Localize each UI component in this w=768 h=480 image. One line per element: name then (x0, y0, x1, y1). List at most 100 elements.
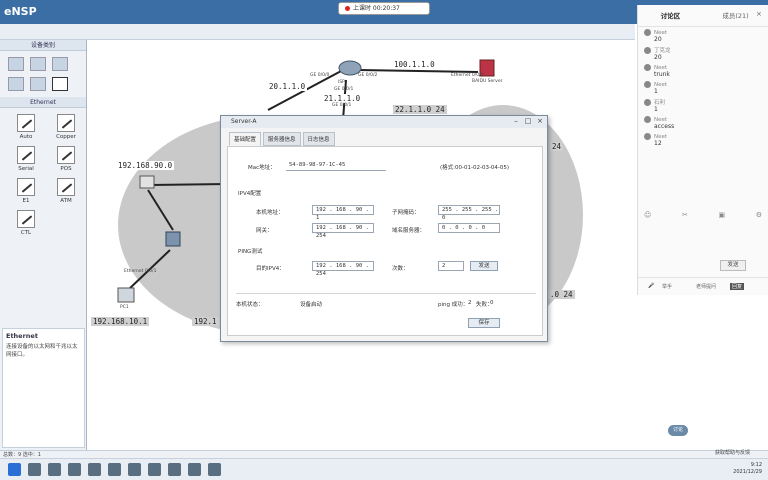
cloud-category-icon[interactable] (30, 77, 46, 91)
conn-label: Serial (18, 166, 34, 172)
conn-copper[interactable]: Copper (46, 114, 86, 140)
iface-isp-ge0: GE 0/0/0 (310, 73, 330, 78)
app-icon[interactable] (188, 463, 201, 476)
conn-pos[interactable]: POS (46, 146, 86, 172)
list-item: Neet 20 (644, 29, 762, 43)
image-icon[interactable]: ▣ (718, 211, 725, 219)
connection-category-icon[interactable] (52, 77, 68, 91)
pos-cable-icon (57, 146, 75, 164)
divider (236, 293, 536, 294)
conn-e1[interactable]: E1 (6, 178, 46, 204)
minimize-icon[interactable]: – (511, 117, 521, 126)
save-button[interactable]: 保存 (468, 318, 500, 328)
discussion-bubble[interactable]: 讨论 (668, 425, 688, 436)
msg-text: 20 (654, 54, 662, 61)
switch-icon[interactable] (165, 231, 181, 247)
msg-text: 1 (654, 88, 658, 95)
app-icon[interactable] (68, 463, 81, 476)
tab-log-info[interactable]: 日志信息 (302, 132, 335, 146)
wlan-category-icon[interactable] (52, 57, 68, 71)
maximize-icon[interactable]: □ (523, 117, 533, 126)
start-icon[interactable] (8, 463, 21, 476)
pc1-icon[interactable] (117, 287, 135, 303)
scissors-icon[interactable]: ✂ (682, 211, 688, 219)
ip-address-input[interactable]: 192 . 168 . 90 . 1 (312, 205, 374, 221)
node-label-server: BAIDU Server (472, 79, 503, 84)
discussion-panel: 讨论区 成员(21) × Neet 20 丁克龙 20 Neet trunk Neet… (637, 5, 768, 295)
app-icon[interactable] (88, 463, 101, 476)
router-category-icon[interactable] (8, 57, 24, 71)
tab-server-info[interactable]: 服务器信息 (263, 132, 301, 146)
hand-raise-button[interactable]: 举手 (662, 283, 672, 290)
mic-icon[interactable]: 🎤 (648, 283, 654, 289)
message-list: Neet 20 丁克龙 20 Neet trunk Neet 1 石利 1 Neet acc… (638, 27, 768, 152)
recording-indicator[interactable]: 上课时 00:20:37 (338, 2, 430, 15)
close-icon[interactable]: × (535, 117, 545, 126)
net-label-right-bottom: .0 24 (548, 290, 575, 299)
dns-server-input[interactable]: 0 . 0 . 0 . 0 (438, 223, 500, 233)
iface-isp-ge1: GE 0/0/1 (334, 87, 354, 92)
app-icon[interactable] (108, 463, 121, 476)
taskview-icon[interactable] (48, 463, 61, 476)
avatar (644, 116, 651, 123)
link-server-router (149, 183, 229, 186)
net-label-mid-right: 22.1.1.0 24 (393, 105, 447, 114)
settings-icon[interactable]: ⚙ (756, 211, 762, 219)
e1-cable-icon (17, 178, 35, 196)
ping-count-input[interactable]: 2 (438, 261, 464, 271)
help-feedback-link[interactable]: 获取帮助与反馈 (715, 449, 750, 456)
msg-user: Neet (654, 64, 668, 71)
subnet-mask-input[interactable]: 255 . 255 . 255 . 0 (438, 205, 500, 221)
list-item: Neet 1 (644, 81, 762, 95)
net-label-right-edge: 24 (550, 142, 564, 151)
node-label-pc1: PC1 (120, 305, 129, 310)
net-label-top-right: 100.1.1.0 (392, 60, 437, 69)
dns-label: 域名服务器： (392, 228, 426, 234)
taskbar: 9:12 2021/12/29 (0, 458, 768, 480)
avatar (644, 64, 651, 71)
avatar (644, 133, 651, 140)
chat-close-icon[interactable]: × (756, 10, 764, 18)
connection-list: Auto Copper Serial POS E1 ATM CTL (0, 108, 86, 242)
app-title: eNSP (4, 5, 37, 18)
server-config-dialog: Server-A – □ × 基础配置 服务器信息 日志信息 Mac地址： 54… (220, 115, 548, 342)
reply-button[interactable]: 回复 (730, 283, 745, 290)
app-icon[interactable] (208, 463, 221, 476)
msg-text: 20 (654, 36, 662, 43)
teacher-question-button[interactable]: 老师提问 (696, 283, 716, 290)
dialog-title: Server-A (231, 118, 257, 125)
conn-auto[interactable]: Auto (6, 114, 46, 140)
chat-bottom-bar: 🎤 举手 老师提问 回复 (638, 277, 768, 295)
switch-category-icon[interactable] (30, 57, 46, 71)
record-dot-icon (345, 6, 350, 11)
send-button[interactable]: 发送 (720, 260, 746, 271)
mac-field[interactable]: 54-89-98-97-1C-45 (286, 161, 386, 171)
tab-basic-config[interactable]: 基础配置 (229, 132, 262, 146)
conn-ctl[interactable]: CTL (6, 210, 46, 236)
clock[interactable]: 9:12 2021/12/29 (733, 462, 762, 476)
gateway-input[interactable]: 192 . 168 . 90 . 254 (312, 223, 374, 239)
app-icon[interactable] (148, 463, 161, 476)
app-icon[interactable] (128, 463, 141, 476)
msg-user: Neet (654, 81, 668, 88)
conn-label: E1 (22, 198, 30, 204)
description-box: Ethernet 连接设备的以太网和千兆以太网接口。 (2, 328, 85, 448)
conn-atm[interactable]: ATM (46, 178, 86, 204)
iface-isp-ge2: GE 0/0/2 (358, 73, 378, 78)
emoji-icon[interactable]: ☺ (644, 211, 651, 219)
description-title: Ethernet (6, 332, 38, 340)
conn-label: ATM (60, 198, 72, 204)
pc-category-icon[interactable] (8, 77, 24, 91)
ping-send-button[interactable]: 发送 (470, 261, 498, 271)
conn-serial[interactable]: Serial (6, 146, 46, 172)
gateway-label: 网关： (256, 228, 273, 234)
net-label-top-left: 20.1.1.0 (267, 82, 308, 91)
search-icon[interactable] (28, 463, 41, 476)
msg-user: Neet (654, 116, 668, 123)
local-server-icon[interactable] (139, 175, 155, 189)
app-icon[interactable] (168, 463, 181, 476)
ping-dest-input[interactable]: 192 . 168 . 90 . 254 (312, 261, 374, 277)
net-label-left: 192.168.90.0 (116, 161, 175, 170)
device-panel: 设备类别 Ethernet Auto Copper Serial POS E1 … (0, 40, 87, 450)
tab-discussion[interactable]: 讨论区 (638, 5, 703, 26)
